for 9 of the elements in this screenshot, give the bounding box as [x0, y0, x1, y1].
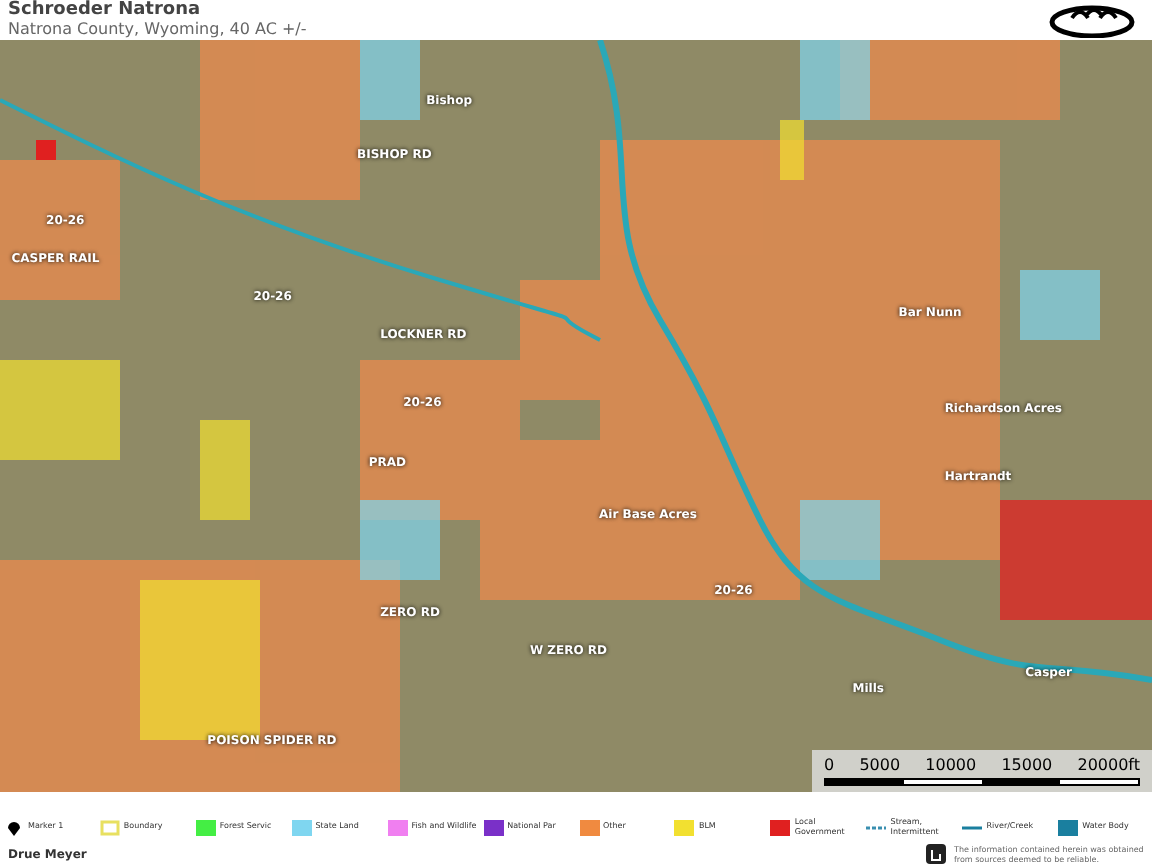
scale-label: 5000	[859, 754, 901, 778]
report-subtitle: Natrona County, Wyoming, 40 AC +/-	[8, 20, 307, 40]
scale-label: 20000ft	[1077, 754, 1140, 778]
company-logo-icon	[926, 844, 946, 864]
paw-logo-icon	[1048, 0, 1136, 38]
scale-label: 0	[824, 754, 835, 778]
scale-label: 15000	[1001, 754, 1053, 778]
scale-label: 10000	[925, 754, 977, 778]
report-title: Schroeder Natrona	[8, 0, 201, 20]
